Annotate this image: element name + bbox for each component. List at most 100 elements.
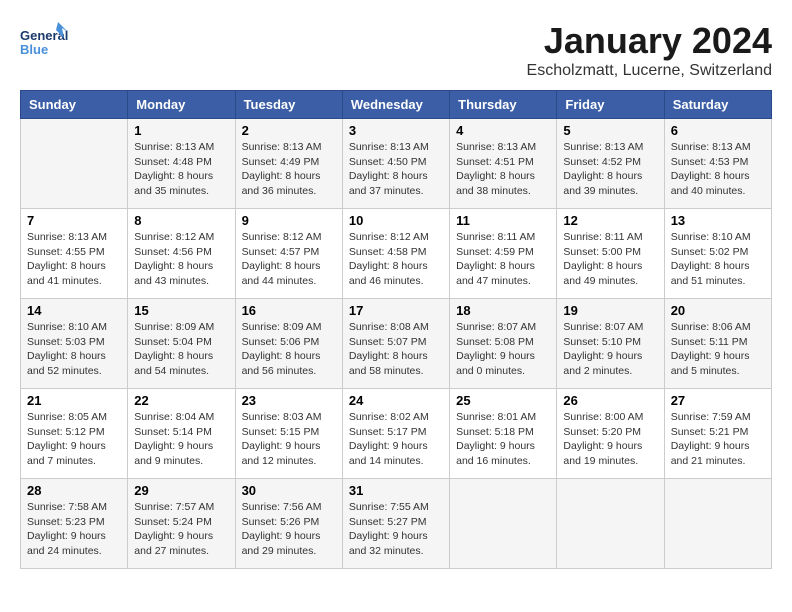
month-title: January 2024 — [527, 20, 772, 62]
day-info: Sunrise: 8:06 AMSunset: 5:11 PMDaylight:… — [671, 320, 765, 379]
day-number: 24 — [349, 393, 443, 408]
calendar-cell: 20 Sunrise: 8:06 AMSunset: 5:11 PMDayligh… — [664, 299, 771, 389]
day-number: 27 — [671, 393, 765, 408]
day-number: 9 — [242, 213, 336, 228]
calendar-cell — [450, 479, 557, 569]
logo-icon: General Blue — [20, 20, 68, 60]
weekday-header-thursday: Thursday — [450, 91, 557, 119]
day-number: 29 — [134, 483, 228, 498]
day-info: Sunrise: 7:57 AMSunset: 5:24 PMDaylight:… — [134, 500, 228, 559]
calendar-cell: 18Sunrise: 8:07 AMSunset: 5:08 PMDayligh… — [450, 299, 557, 389]
title-block: January 2024 Escholzmatt, Lucerne, Switz… — [527, 20, 772, 80]
calendar-cell: 4 Sunrise: 8:13 AMSunset: 4:51 PMDaylight… — [450, 119, 557, 209]
page-header: General Blue January 2024 Escholzmatt, L… — [20, 20, 772, 80]
day-number: 11 — [456, 213, 550, 228]
day-number: 14 — [27, 303, 121, 318]
logo: General Blue — [20, 20, 68, 60]
day-info: Sunrise: 8:13 AMSunset: 4:52 PMDaylight:… — [563, 140, 657, 199]
day-info: Sunrise: 7:58 AMSunset: 5:23 PMDaylight:… — [27, 500, 121, 559]
day-number: 26 — [563, 393, 657, 408]
day-info: Sunrise: 8:00 AMSunset: 5:20 PMDaylight:… — [563, 410, 657, 469]
day-number: 12 — [563, 213, 657, 228]
calendar-cell: 7 Sunrise: 8:13 AMSunset: 4:55 PMDaylight… — [21, 209, 128, 299]
day-number: 13 — [671, 213, 765, 228]
day-number: 4 — [456, 123, 550, 138]
week-row-1: 1 Sunrise: 8:13 AMSunset: 4:48 PMDaylight… — [21, 119, 772, 209]
day-info: Sunrise: 8:09 AMSunset: 5:04 PMDaylight:… — [134, 320, 228, 379]
calendar-cell: 8 Sunrise: 8:12 AMSunset: 4:56 PMDaylight… — [128, 209, 235, 299]
calendar-cell: 14 Sunrise: 8:10 AMSunset: 5:03 PMDayligh… — [21, 299, 128, 389]
calendar-cell: 17Sunrise: 8:08 AMSunset: 5:07 PMDayligh… — [342, 299, 449, 389]
week-row-4: 21 Sunrise: 8:05 AMSunset: 5:12 PMDayligh… — [21, 389, 772, 479]
day-info: Sunrise: 7:56 AMSunset: 5:26 PMDaylight:… — [242, 500, 336, 559]
calendar-cell: 28Sunrise: 7:58 AMSunset: 5:23 PMDayligh… — [21, 479, 128, 569]
day-number: 20 — [671, 303, 765, 318]
calendar-cell: 29 Sunrise: 7:57 AMSunset: 5:24 PMDayligh… — [128, 479, 235, 569]
weekday-header-tuesday: Tuesday — [235, 91, 342, 119]
weekday-header-wednesday: Wednesday — [342, 91, 449, 119]
day-info: Sunrise: 8:04 AMSunset: 5:14 PMDaylight:… — [134, 410, 228, 469]
day-info: Sunrise: 8:12 AMSunset: 4:56 PMDaylight:… — [134, 230, 228, 289]
svg-text:Blue: Blue — [20, 42, 48, 57]
day-info: Sunrise: 8:03 AMSunset: 5:15 PMDaylight:… — [242, 410, 336, 469]
week-row-5: 28Sunrise: 7:58 AMSunset: 5:23 PMDayligh… — [21, 479, 772, 569]
calendar-cell: 3Sunrise: 8:13 AMSunset: 4:50 PMDaylight… — [342, 119, 449, 209]
day-info: Sunrise: 8:12 AMSunset: 4:57 PMDaylight:… — [242, 230, 336, 289]
day-number: 25 — [456, 393, 550, 408]
calendar-cell: 9 Sunrise: 8:12 AMSunset: 4:57 PMDaylight… — [235, 209, 342, 299]
day-info: Sunrise: 8:11 AMSunset: 4:59 PMDaylight:… — [456, 230, 550, 289]
day-number: 15 — [134, 303, 228, 318]
location: Escholzmatt, Lucerne, Switzerland — [527, 62, 772, 80]
calendar-cell: 11 Sunrise: 8:11 AMSunset: 4:59 PMDayligh… — [450, 209, 557, 299]
calendar-cell: 15 Sunrise: 8:09 AMSunset: 5:04 PMDayligh… — [128, 299, 235, 389]
day-info: Sunrise: 8:07 AMSunset: 5:08 PMDaylight:… — [456, 320, 550, 379]
day-number: 1 — [134, 123, 228, 138]
day-info: Sunrise: 8:01 AMSunset: 5:18 PMDaylight:… — [456, 410, 550, 469]
day-info: Sunrise: 8:12 AMSunset: 4:58 PMDaylight:… — [349, 230, 443, 289]
calendar-cell: 23Sunrise: 8:03 AMSunset: 5:15 PMDayligh… — [235, 389, 342, 479]
day-number: 2 — [242, 123, 336, 138]
day-info: Sunrise: 8:13 AMSunset: 4:51 PMDaylight:… — [456, 140, 550, 199]
week-row-3: 14 Sunrise: 8:10 AMSunset: 5:03 PMDayligh… — [21, 299, 772, 389]
day-number: 7 — [27, 213, 121, 228]
calendar-cell — [21, 119, 128, 209]
day-info: Sunrise: 8:13 AMSunset: 4:50 PMDaylight:… — [349, 140, 443, 199]
day-info: Sunrise: 8:10 AMSunset: 5:02 PMDaylight:… — [671, 230, 765, 289]
day-number: 21 — [27, 393, 121, 408]
calendar-cell: 27 Sunrise: 7:59 AMSunset: 5:21 PMDayligh… — [664, 389, 771, 479]
day-number: 10 — [349, 213, 443, 228]
week-row-2: 7 Sunrise: 8:13 AMSunset: 4:55 PMDaylight… — [21, 209, 772, 299]
weekday-header-saturday: Saturday — [664, 91, 771, 119]
weekday-header-friday: Friday — [557, 91, 664, 119]
day-info: Sunrise: 7:55 AMSunset: 5:27 PMDaylight:… — [349, 500, 443, 559]
calendar-cell — [557, 479, 664, 569]
calendar-cell: 13 Sunrise: 8:10 AMSunset: 5:02 PMDayligh… — [664, 209, 771, 299]
day-number: 16 — [242, 303, 336, 318]
day-info: Sunrise: 8:11 AMSunset: 5:00 PMDaylight:… — [563, 230, 657, 289]
day-number: 30 — [242, 483, 336, 498]
day-info: Sunrise: 8:13 AMSunset: 4:48 PMDaylight:… — [134, 140, 228, 199]
day-number: 6 — [671, 123, 765, 138]
day-info: Sunrise: 8:05 AMSunset: 5:12 PMDaylight:… — [27, 410, 121, 469]
calendar-cell: 22 Sunrise: 8:04 AMSunset: 5:14 PMDayligh… — [128, 389, 235, 479]
day-info: Sunrise: 8:10 AMSunset: 5:03 PMDaylight:… — [27, 320, 121, 379]
day-info: Sunrise: 8:13 AMSunset: 4:49 PMDaylight:… — [242, 140, 336, 199]
day-number: 22 — [134, 393, 228, 408]
day-info: Sunrise: 8:02 AMSunset: 5:17 PMDaylight:… — [349, 410, 443, 469]
weekday-header-row: SundayMondayTuesdayWednesdayThursdayFrid… — [21, 91, 772, 119]
calendar-cell: 2 Sunrise: 8:13 AMSunset: 4:49 PMDaylight… — [235, 119, 342, 209]
calendar-cell: 19Sunrise: 8:07 AMSunset: 5:10 PMDayligh… — [557, 299, 664, 389]
day-info: Sunrise: 8:13 AMSunset: 4:53 PMDaylight:… — [671, 140, 765, 199]
day-info: Sunrise: 7:59 AMSunset: 5:21 PMDaylight:… — [671, 410, 765, 469]
day-info: Sunrise: 8:07 AMSunset: 5:10 PMDaylight:… — [563, 320, 657, 379]
day-info: Sunrise: 8:13 AMSunset: 4:55 PMDaylight:… — [27, 230, 121, 289]
calendar-cell: 21 Sunrise: 8:05 AMSunset: 5:12 PMDayligh… — [21, 389, 128, 479]
day-number: 8 — [134, 213, 228, 228]
calendar-cell: 24 Sunrise: 8:02 AMSunset: 5:17 PMDayligh… — [342, 389, 449, 479]
calendar-cell: 16Sunrise: 8:09 AMSunset: 5:06 PMDayligh… — [235, 299, 342, 389]
day-number: 31 — [349, 483, 443, 498]
calendar-cell: 6 Sunrise: 8:13 AMSunset: 4:53 PMDaylight… — [664, 119, 771, 209]
calendar-cell: 10 Sunrise: 8:12 AMSunset: 4:58 PMDayligh… — [342, 209, 449, 299]
weekday-header-sunday: Sunday — [21, 91, 128, 119]
calendar-cell: 26 Sunrise: 8:00 AMSunset: 5:20 PMDayligh… — [557, 389, 664, 479]
